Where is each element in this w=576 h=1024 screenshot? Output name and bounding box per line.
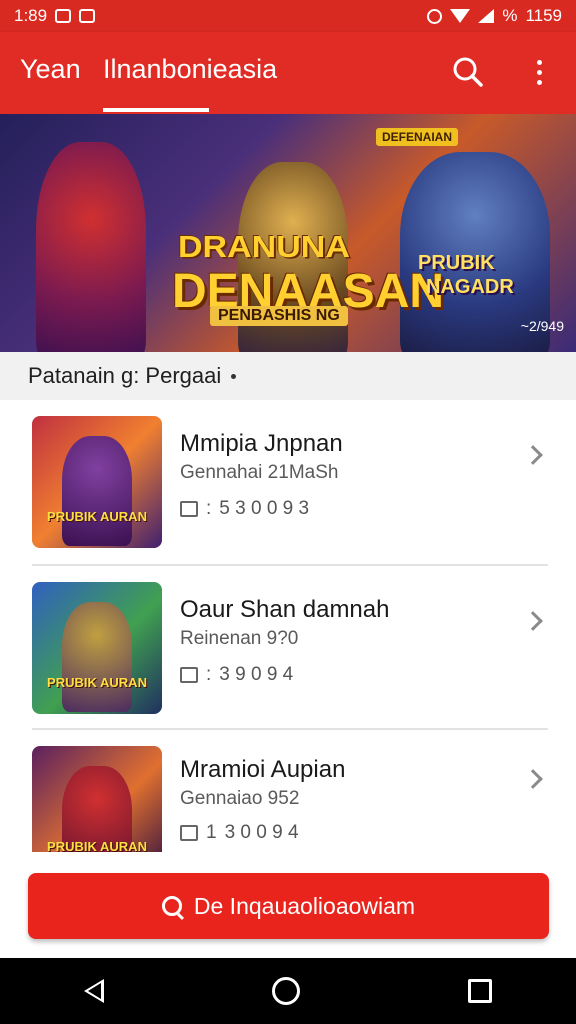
item-subtitle: Reinenan 9?0 — [180, 628, 299, 649]
calendar-icon — [180, 825, 198, 841]
meta-prefix: 1 — [206, 822, 217, 843]
section-header: Patanain g: Pergaai — [0, 352, 576, 400]
item-title: Mmipia Jnpnan — [180, 430, 343, 457]
search-icon — [453, 57, 483, 87]
meta-value: 3 9 0 9 4 — [219, 664, 294, 685]
item-title: Mramioi Aupian — [180, 756, 346, 783]
more-dot — [536, 59, 542, 65]
thumb-label: PRUBIK AURAN — [47, 839, 147, 852]
banner-sub-line-1: PRUBIK — [418, 252, 495, 274]
banner-sub-line-2: NAGADR — [426, 276, 514, 298]
back-icon[interactable] — [84, 979, 104, 1003]
battery-text: 1159 — [525, 6, 562, 25]
item-thumbnail: PRUBIK AURAN — [32, 746, 162, 852]
app-bar: Yean Ilnanbonieasia — [0, 32, 576, 114]
item-title: Oaur Shan damnah — [180, 596, 390, 623]
alarm-icon — [427, 8, 443, 24]
chevron-right-icon — [523, 445, 543, 465]
item-meta: 1 3 0 0 9 4 — [180, 822, 299, 844]
item-thumbnail: PRUBIK AURAN — [32, 582, 162, 714]
notification-icon-2 — [79, 9, 96, 23]
banner-hero-left — [36, 142, 146, 352]
list-item[interactable]: PRUBIK AURAN Oaur Shan damnah Reinenan 9… — [0, 568, 576, 728]
banner-count: ~2/949 — [520, 318, 564, 334]
tab-1[interactable]: Yean — [20, 54, 81, 85]
meta-value: 5 3 0 0 9 3 — [219, 498, 310, 519]
search-icon — [161, 896, 182, 916]
home-icon[interactable] — [272, 977, 300, 1005]
list-item[interactable]: PRUBIK AURAN Mramioi Aupian Gennaiao 952… — [0, 732, 576, 852]
thumb-label: PRUBIK AURAN — [47, 675, 147, 690]
signal-icon — [478, 9, 495, 23]
search-button[interactable] — [450, 54, 486, 90]
banner-badge: DEFENAIAN — [376, 128, 459, 146]
status-left: 1:89 — [14, 6, 96, 26]
primary-action-button[interactable]: De Inqauaolioaowiam — [28, 873, 549, 939]
meta-prefix: : — [206, 664, 212, 685]
section-dot — [231, 373, 237, 379]
item-meta: : 5 3 0 0 9 3 — [180, 498, 309, 520]
notification-icon — [55, 9, 72, 23]
banner-logo-line-1: DRANUNA — [178, 229, 350, 265]
more-dot — [536, 79, 542, 85]
thumb-hero — [62, 602, 132, 712]
status-right: % 1159 — [427, 6, 562, 26]
meta-value: 3 0 0 9 4 — [224, 822, 299, 843]
status-bar: 1:89 % 1159 — [0, 0, 576, 32]
cta-label: De Inqauaolioaowiam — [193, 892, 416, 919]
divider — [32, 564, 548, 566]
item-subtitle: Gennaiao 952 — [180, 788, 300, 809]
calendar-icon — [180, 667, 198, 683]
item-meta: : 3 9 0 9 4 — [180, 664, 293, 686]
banner-tagline: PENBASHIS NG — [210, 306, 348, 326]
wifi-icon — [450, 9, 471, 23]
section-title: Patanain g: Pergaai — [28, 363, 222, 388]
featured-banner[interactable]: DEFENAIAN DRANUNA DENAASAN PENBASHIS NG … — [0, 114, 576, 352]
calendar-icon — [180, 501, 198, 517]
chevron-right-icon — [523, 769, 543, 789]
tab-2[interactable]: Ilnanbonieasia — [103, 54, 277, 85]
divider — [32, 728, 548, 730]
thumb-hero — [62, 436, 132, 546]
system-nav-bar — [0, 958, 576, 1024]
thumb-label: PRUBIK AURAN — [47, 509, 147, 524]
meta-prefix: : — [206, 498, 212, 519]
chevron-right-icon — [523, 611, 543, 631]
list-item[interactable]: PRUBIK AURAN Mmipia Jnpnan Gennahai 21Ma… — [0, 402, 576, 562]
more-dot — [536, 69, 542, 75]
status-time: 1:89 — [14, 6, 48, 25]
signal-percent: % — [502, 6, 518, 25]
active-tab-indicator — [103, 108, 209, 112]
recent-apps-icon[interactable] — [468, 979, 492, 1003]
item-thumbnail: PRUBIK AURAN — [32, 416, 162, 548]
item-subtitle: Gennahai 21MaSh — [180, 462, 339, 483]
more-vert-icon[interactable] — [524, 54, 554, 90]
